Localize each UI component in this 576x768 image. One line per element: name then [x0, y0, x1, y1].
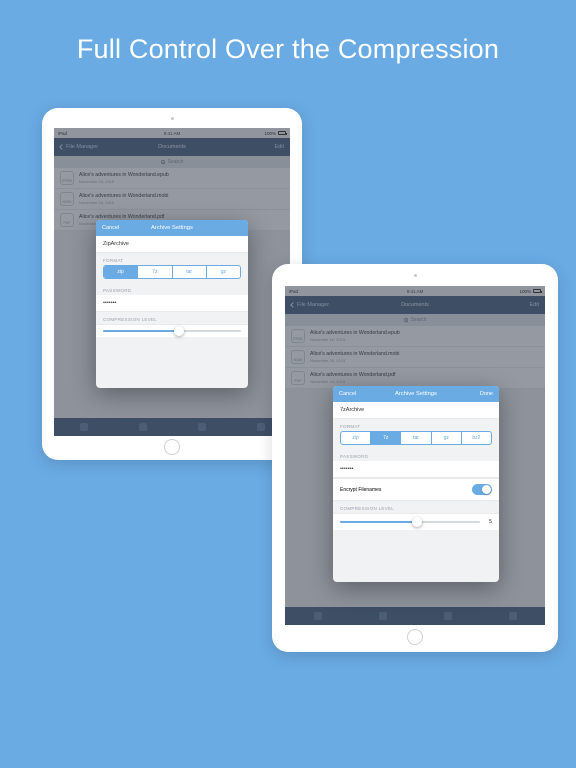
compression-slider[interactable]: [340, 521, 480, 523]
encrypt-label: Encrypt Filenames: [340, 487, 381, 493]
modal-title: Archive Settings: [333, 391, 499, 397]
encrypt-toggle[interactable]: [472, 484, 492, 495]
home-button[interactable]: [164, 439, 180, 455]
camera-dot-icon: [171, 117, 174, 120]
carrier-label: iPad: [58, 131, 67, 136]
cancel-button[interactable]: Cancel: [102, 225, 119, 231]
camera-dot-icon: [414, 274, 417, 277]
screen-left: iPad 9:41 AM 100% File Manager Documents…: [54, 128, 290, 436]
battery-label: 100%: [264, 131, 276, 136]
battery-label: 100%: [519, 289, 531, 294]
password-label: PASSWORD: [333, 449, 499, 461]
archive-name-input[interactable]: 7zArchive: [333, 402, 499, 419]
format-option-tar[interactable]: tar: [401, 432, 431, 444]
battery-icon: [278, 131, 286, 135]
format-option-bz2[interactable]: bz2: [462, 432, 491, 444]
headline: Full Control Over the Compression: [0, 0, 576, 65]
home-button[interactable]: [407, 629, 423, 645]
done-button[interactable]: Done: [480, 391, 493, 397]
format-option-zip[interactable]: zip: [104, 266, 138, 278]
password-label: PASSWORD: [96, 283, 248, 295]
carrier-label: iPad: [289, 289, 298, 294]
cancel-button[interactable]: Cancel: [339, 391, 356, 397]
compression-slider[interactable]: [103, 330, 241, 332]
format-segmented[interactable]: zip 7z tar gz bz2: [340, 431, 492, 445]
password-input[interactable]: •••••••: [333, 461, 499, 478]
format-option-7z[interactable]: 7z: [371, 432, 401, 444]
battery-icon: [533, 289, 541, 293]
archive-settings-modal: Cancel Archive Settings ZipArchive FORMA…: [96, 220, 248, 388]
format-option-tar[interactable]: tar: [173, 266, 207, 278]
compression-value: 5: [486, 519, 492, 525]
archive-settings-modal: Cancel Archive Settings Done 7zArchive F…: [333, 386, 499, 582]
format-option-zip[interactable]: zip: [341, 432, 371, 444]
format-label: FORMAT: [96, 253, 248, 265]
screen-right: iPad 9:41 AM 100% File Manager Documents…: [285, 286, 545, 625]
format-label: FORMAT: [333, 419, 499, 431]
format-option-gz[interactable]: gz: [432, 432, 462, 444]
format-option-gz[interactable]: gz: [207, 266, 240, 278]
device-ipad-left: iPad 9:41 AM 100% File Manager Documents…: [42, 108, 302, 460]
archive-name-input[interactable]: ZipArchive: [96, 236, 248, 253]
device-ipad-right: iPad 9:41 AM 100% File Manager Documents…: [272, 264, 558, 652]
password-input[interactable]: •••••••: [96, 295, 248, 312]
compression-label: COMPRESSION LEVEL: [96, 312, 248, 324]
format-option-7z[interactable]: 7z: [138, 266, 172, 278]
format-segmented[interactable]: zip 7z tar gz: [103, 265, 241, 279]
compression-label: COMPRESSION LEVEL: [333, 501, 499, 513]
